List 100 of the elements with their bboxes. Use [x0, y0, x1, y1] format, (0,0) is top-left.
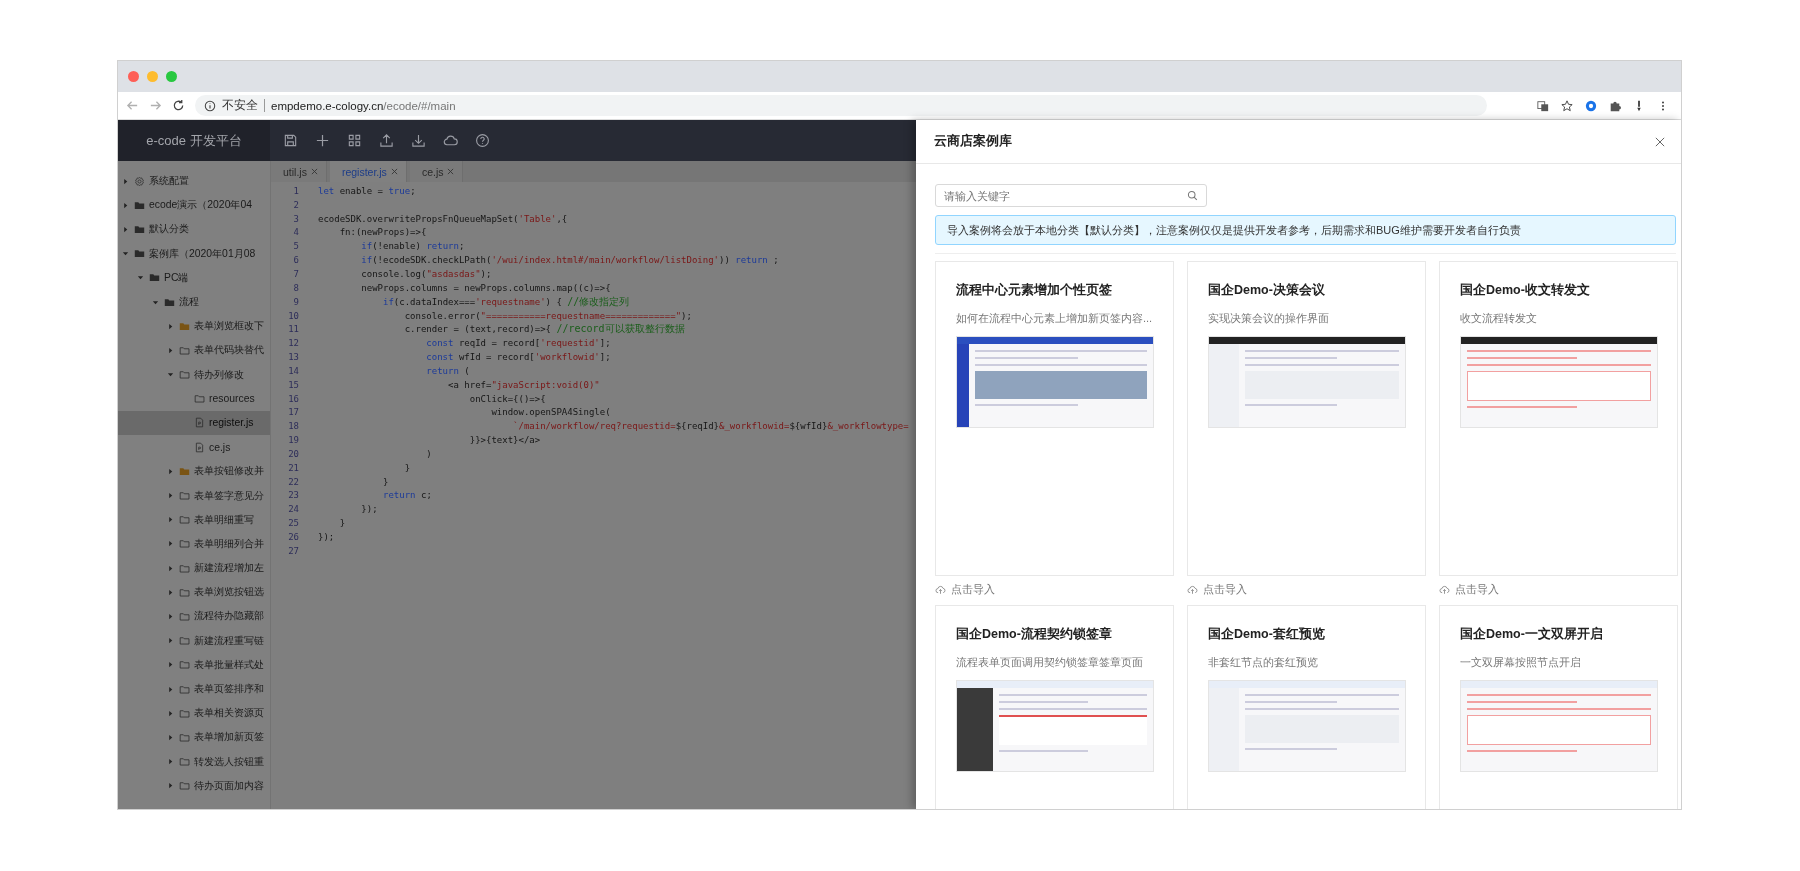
- reload-icon[interactable]: [172, 99, 185, 112]
- search-icon[interactable]: [1187, 190, 1198, 201]
- caret-right-icon[interactable]: [167, 346, 174, 354]
- tree-item[interactable]: 表单相关资源页: [118, 701, 270, 726]
- info-icon[interactable]: [204, 99, 216, 112]
- caret-right-icon[interactable]: [122, 177, 129, 185]
- caret-right-icon[interactable]: [167, 612, 174, 620]
- address-field[interactable]: 不安全 empdemo.e-cology.cn/ecode/#/main: [195, 95, 1487, 116]
- card-title: 国企Demo-一文双屏开启: [1460, 626, 1604, 643]
- line-number: 19: [287, 435, 299, 446]
- line-number: 20: [287, 448, 299, 459]
- code-line: console.log("asdasdas");: [360, 269, 492, 279]
- close-icon[interactable]: [390, 168, 398, 175]
- tree-item[interactable]: 待办页面加内容: [118, 773, 270, 798]
- forward-icon[interactable]: [149, 99, 162, 112]
- save-icon[interactable]: [283, 133, 298, 148]
- tree-item[interactable]: 待办列修改: [118, 362, 270, 387]
- card-title: 国企Demo-流程契约锁签章: [956, 626, 1113, 643]
- close-icon[interactable]: [310, 168, 318, 175]
- tree-item[interactable]: 表单按钮修改并: [118, 459, 270, 484]
- tree-item[interactable]: ce.js: [118, 435, 270, 460]
- upload-icon[interactable]: [379, 133, 394, 148]
- tree-item[interactable]: 表单浏览框改下: [118, 314, 270, 339]
- caret-right-icon[interactable]: [167, 637, 174, 645]
- help-icon[interactable]: [475, 133, 490, 148]
- line-number: 6: [292, 255, 299, 266]
- tree-item[interactable]: 表单批量样式处: [118, 652, 270, 677]
- tree-item[interactable]: 新建流程增加左: [118, 556, 270, 581]
- caret-right-icon[interactable]: [167, 540, 174, 548]
- download-icon[interactable]: [411, 133, 426, 148]
- code-line: ): [425, 448, 432, 459]
- editor-tab[interactable]: register.js: [329, 161, 407, 182]
- case-card[interactable]: 流程中心元素增加个性页签 如何在流程中心元素上增加新页签内容...: [935, 261, 1174, 576]
- caret-right-icon[interactable]: [167, 685, 174, 693]
- caret-right-icon[interactable]: [167, 782, 174, 790]
- tree-item[interactable]: 表单明细重写: [118, 507, 270, 532]
- case-card[interactable]: 国企Demo-决策会议 实现决策会议的操作界面: [1187, 261, 1426, 576]
- star-icon[interactable]: [1561, 99, 1573, 112]
- editor-tab[interactable]: util.js: [271, 161, 327, 182]
- tree-item[interactable]: 流程待办隐藏部: [118, 604, 270, 629]
- caret-down-icon[interactable]: [167, 371, 174, 379]
- tree-item[interactable]: PC端: [118, 265, 270, 290]
- gear-icon: [134, 175, 145, 187]
- code-line: newProps.columns = newProps.columns.map((c)=>{: [360, 282, 611, 293]
- import-link[interactable]: 点击导入: [935, 576, 995, 603]
- caret-right-icon[interactable]: [122, 225, 129, 233]
- editor-tab[interactable]: ce.js: [409, 161, 464, 182]
- translate-icon[interactable]: [1537, 99, 1549, 112]
- folder-outline-icon: [194, 393, 205, 405]
- case-card[interactable]: 国企Demo-流程契约锁签章 流程表单页面调用契约锁签章签章页面: [935, 605, 1174, 809]
- tree-item[interactable]: ecode演示（2020年04: [118, 193, 270, 218]
- caret-right-icon[interactable]: [167, 516, 174, 524]
- caret-right-icon[interactable]: [167, 758, 174, 766]
- caret-right-icon[interactable]: [167, 661, 174, 669]
- caret-down-icon[interactable]: [152, 298, 159, 306]
- close-icon[interactable]: [447, 168, 455, 175]
- case-card[interactable]: 国企Demo-收文转发文 收文流程转发文: [1439, 261, 1678, 576]
- close-icon[interactable]: [1655, 136, 1665, 147]
- caret-right-icon[interactable]: [167, 492, 174, 500]
- tree-item[interactable]: 转发选人按钮重: [118, 749, 270, 774]
- tree-item[interactable]: resources: [118, 386, 270, 411]
- tree-item[interactable]: 表单浏览按钮选: [118, 580, 270, 605]
- import-link[interactable]: 点击导入: [1187, 576, 1247, 603]
- tree-item[interactable]: 表单代码块替代: [118, 338, 270, 363]
- line-number: 15: [287, 379, 299, 390]
- card-description: 收文流程转发文: [1460, 311, 1538, 326]
- tree-item[interactable]: 表单增加新页签: [118, 725, 270, 750]
- code-line: });: [360, 504, 378, 515]
- caret-right-icon[interactable]: [167, 588, 174, 596]
- caret-right-icon[interactable]: [167, 322, 174, 330]
- window-close-button[interactable]: [128, 71, 139, 82]
- caret-down-icon[interactable]: [137, 274, 144, 282]
- tree-item[interactable]: 表单页签排序和: [118, 676, 270, 702]
- line-number: 17: [287, 407, 299, 418]
- tree-item[interactable]: 新建流程重写链: [118, 628, 270, 653]
- grid-icon[interactable]: [347, 133, 362, 148]
- puzzle-icon[interactable]: [1609, 99, 1621, 112]
- tree-item[interactable]: 表单签字意见分: [118, 483, 270, 508]
- case-card[interactable]: 国企Demo-一文双屏开启 一文双屏幕按照节点开启: [1439, 605, 1678, 809]
- caret-right-icon[interactable]: [167, 733, 174, 741]
- tree-item[interactable]: 流程: [118, 289, 270, 315]
- search-field[interactable]: 请输入关键字: [935, 184, 1207, 207]
- caret-right-icon[interactable]: [167, 564, 174, 572]
- tree-item[interactable]: 系统配置: [118, 169, 270, 194]
- tree-item[interactable]: register.js: [118, 410, 270, 436]
- caret-right-icon[interactable]: [167, 467, 174, 475]
- caret-right-icon[interactable]: [167, 709, 174, 717]
- case-card[interactable]: 国企Demo-套红预览 非套红节点的套红预览: [1187, 605, 1426, 809]
- tree-item[interactable]: 表单明细列合并: [118, 531, 270, 556]
- tree-item[interactable]: 案例库（2020年01月08: [118, 241, 270, 266]
- tree-item[interactable]: 默认分类: [118, 217, 270, 242]
- caret-right-icon[interactable]: [122, 201, 129, 209]
- line-number: 26: [287, 532, 299, 542]
- add-icon[interactable]: [315, 133, 330, 148]
- extension-circle-icon[interactable]: [1585, 99, 1597, 112]
- line-number: 1: [292, 185, 299, 196]
- caret-down-icon[interactable]: [122, 250, 129, 258]
- import-link[interactable]: 点击导入: [1439, 576, 1499, 603]
- back-icon[interactable]: [126, 99, 139, 112]
- cloud-icon[interactable]: [443, 133, 458, 148]
